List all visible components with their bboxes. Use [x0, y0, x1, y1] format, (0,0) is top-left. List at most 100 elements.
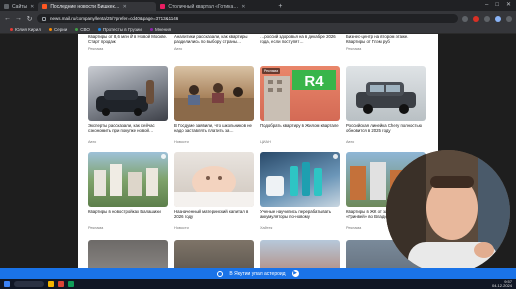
news-card[interactable] — [260, 240, 340, 268]
news-card[interactable]: Аналитики рассказали, как квартиры разде… — [174, 34, 254, 51]
card-thumbnail — [260, 240, 340, 268]
maximize-icon[interactable]: □ — [495, 0, 499, 11]
clock-date: 04.12.2024 — [491, 283, 512, 288]
classroom-image — [174, 83, 254, 121]
card-source: Реклама — [88, 47, 104, 51]
card-source: ЦИАН — [260, 140, 271, 144]
news-card[interactable]: Квартиры от 8,6 млн ₽ в Новой Москве. Ст… — [88, 34, 168, 51]
bookmark-star-icon[interactable] — [462, 15, 468, 22]
bookmark-dot-icon — [97, 28, 101, 31]
news-card[interactable]: В Госдуме заявили, что школьников не над… — [174, 66, 254, 144]
card-thumbnail — [174, 240, 254, 268]
car-showroom-image — [96, 80, 154, 116]
news-banner[interactable]: В Якутии упал астероид ▶ — [0, 268, 516, 279]
card-source: Авто — [174, 47, 183, 51]
new-tab-button[interactable]: + — [274, 2, 286, 11]
news-card[interactable]: Бизнес-центр на втором этаже. Квартиры о… — [346, 34, 426, 51]
news-card[interactable]: Квартиры в новостройках Балашихи Реклама — [88, 152, 168, 230]
news-card[interactable]: …россий здоровья на в декабре 2026 года,… — [260, 34, 340, 46]
tab-news[interactable]: Последние новости Бишкек… ✕ — [38, 2, 157, 11]
close-icon[interactable]: ✕ — [241, 4, 245, 10]
taskbar: 9:57 04.12.2024 — [0, 279, 516, 289]
card-source: Новости — [174, 140, 189, 144]
tab-label: Сайты — [12, 3, 28, 10]
more-options-icon[interactable] — [161, 154, 166, 159]
system-clock[interactable]: 9:57 04.12.2024 — [491, 279, 512, 289]
menu-icon[interactable] — [506, 15, 512, 22]
bookmark-label: Протесты в Грузии — [102, 27, 142, 32]
residential-complex-image: R4 — [264, 70, 336, 121]
card-title: В Госдуме заявили, что школьников не над… — [174, 123, 252, 134]
card-source: Хайтек — [260, 226, 273, 230]
bookmark-dot-icon — [75, 28, 79, 31]
tab-favicon — [4, 4, 9, 9]
bookmark-dot-icon — [48, 28, 52, 31]
minimize-icon[interactable]: – — [485, 0, 488, 11]
banner-text: В Якутии упал астероид — [229, 270, 286, 277]
card-title: Подобрать квартиру в Жилом квартале — [260, 123, 339, 128]
tab-favicon — [160, 4, 166, 9]
bookmark-item[interactable]: Протесты в Грузии — [97, 27, 142, 32]
news-card[interactable]: R4 Реклама Подобрать квартиру в Жилом кв… — [260, 66, 340, 144]
address-bar[interactable]: news.mail.ru/company/lenta/25/?prefer=cd… — [37, 14, 458, 23]
bookmark-item[interactable]: Мнения — [149, 27, 171, 32]
browser-icon[interactable] — [58, 281, 64, 287]
forward-icon[interactable]: → — [15, 15, 22, 22]
news-card[interactable]: Назначенный материнский капитал в 2026 г… — [174, 152, 254, 230]
extension-icon[interactable] — [473, 15, 479, 22]
info-icon — [217, 270, 224, 277]
card-title: Бизнес-центр на втором этаже. Квартиры о… — [346, 34, 409, 45]
webcam-overlay — [386, 150, 510, 274]
card-title: Аналитики рассказали, как квартиры разде… — [174, 34, 248, 45]
bookmark-item[interactable]: Серии — [48, 27, 68, 32]
profile-avatar[interactable] — [495, 15, 501, 22]
news-card[interactable] — [88, 240, 168, 268]
close-icon[interactable]: ✕ — [123, 4, 127, 10]
tab-bar: Сайты ✕ Последние новости Бишкек… ✕ Стол… — [0, 0, 516, 11]
card-title: …россий здоровья на в декабре 2026 года,… — [260, 34, 336, 45]
news-card[interactable]: Российская линейка Chery полностью обнов… — [346, 66, 426, 144]
baby-image — [174, 166, 254, 207]
files-icon[interactable] — [48, 281, 54, 287]
tab-gotika[interactable]: Столичный квартал «Готика… ✕ — [156, 2, 274, 11]
card-thumbnail — [88, 240, 168, 268]
battery-lab-image — [266, 162, 322, 196]
news-card[interactable] — [174, 240, 254, 268]
card-thumbnail — [174, 152, 254, 207]
card-title: Эксперты рассказали, как сейчас сэкономи… — [88, 123, 155, 134]
play-icon[interactable]: ▶ — [291, 270, 299, 277]
close-icon[interactable]: ✕ — [30, 4, 34, 10]
toolbar-icons — [462, 15, 512, 22]
bookmark-dot-icon — [149, 28, 153, 31]
close-window-icon[interactable]: ✕ — [506, 0, 511, 11]
bookmark-item[interactable]: СВО — [75, 27, 90, 32]
bookmark-dot-icon — [10, 28, 13, 31]
back-icon[interactable]: ← — [4, 15, 11, 22]
card-source: Авто — [346, 140, 355, 144]
card-source: Авто — [88, 140, 97, 144]
bookmarks-bar: Юлия Кирил Серии СВО Протесты в Грузии М… — [0, 26, 516, 34]
news-card[interactable]: Эксперты рассказали, как сейчас сэкономи… — [88, 66, 168, 144]
district-aerial-image — [94, 164, 158, 196]
card-title: Ученые научились перерабатывать аккумуля… — [260, 209, 332, 220]
ad-badge: Реклама — [262, 68, 281, 74]
news-card[interactable]: Ученые научились перерабатывать аккумуля… — [260, 152, 340, 230]
presenter-video-icon — [386, 150, 510, 274]
card-source: Реклама — [88, 226, 104, 230]
app-icon[interactable] — [68, 281, 74, 287]
tab-sites[interactable]: Сайты ✕ — [0, 2, 38, 11]
taskbar-search[interactable] — [14, 281, 44, 287]
more-options-icon[interactable] — [333, 154, 338, 159]
card-title: Квартиры от 8,6 млн ₽ в Новой Москве. Ст… — [88, 34, 168, 45]
card-thumbnail — [346, 66, 426, 121]
bookmark-item[interactable]: Юлия Кирил — [10, 27, 41, 32]
bookmark-label: Серии — [53, 27, 68, 32]
card-thumbnail: R4 Реклама — [260, 66, 340, 121]
start-icon[interactable] — [4, 281, 10, 287]
card-source: Реклама — [346, 47, 362, 51]
downloads-icon[interactable] — [484, 15, 490, 22]
screen: Сайты ✕ Последние новости Бишкек… ✕ Стол… — [0, 0, 516, 289]
url-text: news.mail.ru/company/lenta/25/?prefer=cd… — [50, 16, 179, 21]
brand-logo: R4 — [304, 73, 324, 90]
reload-icon[interactable]: ↻ — [26, 15, 33, 23]
